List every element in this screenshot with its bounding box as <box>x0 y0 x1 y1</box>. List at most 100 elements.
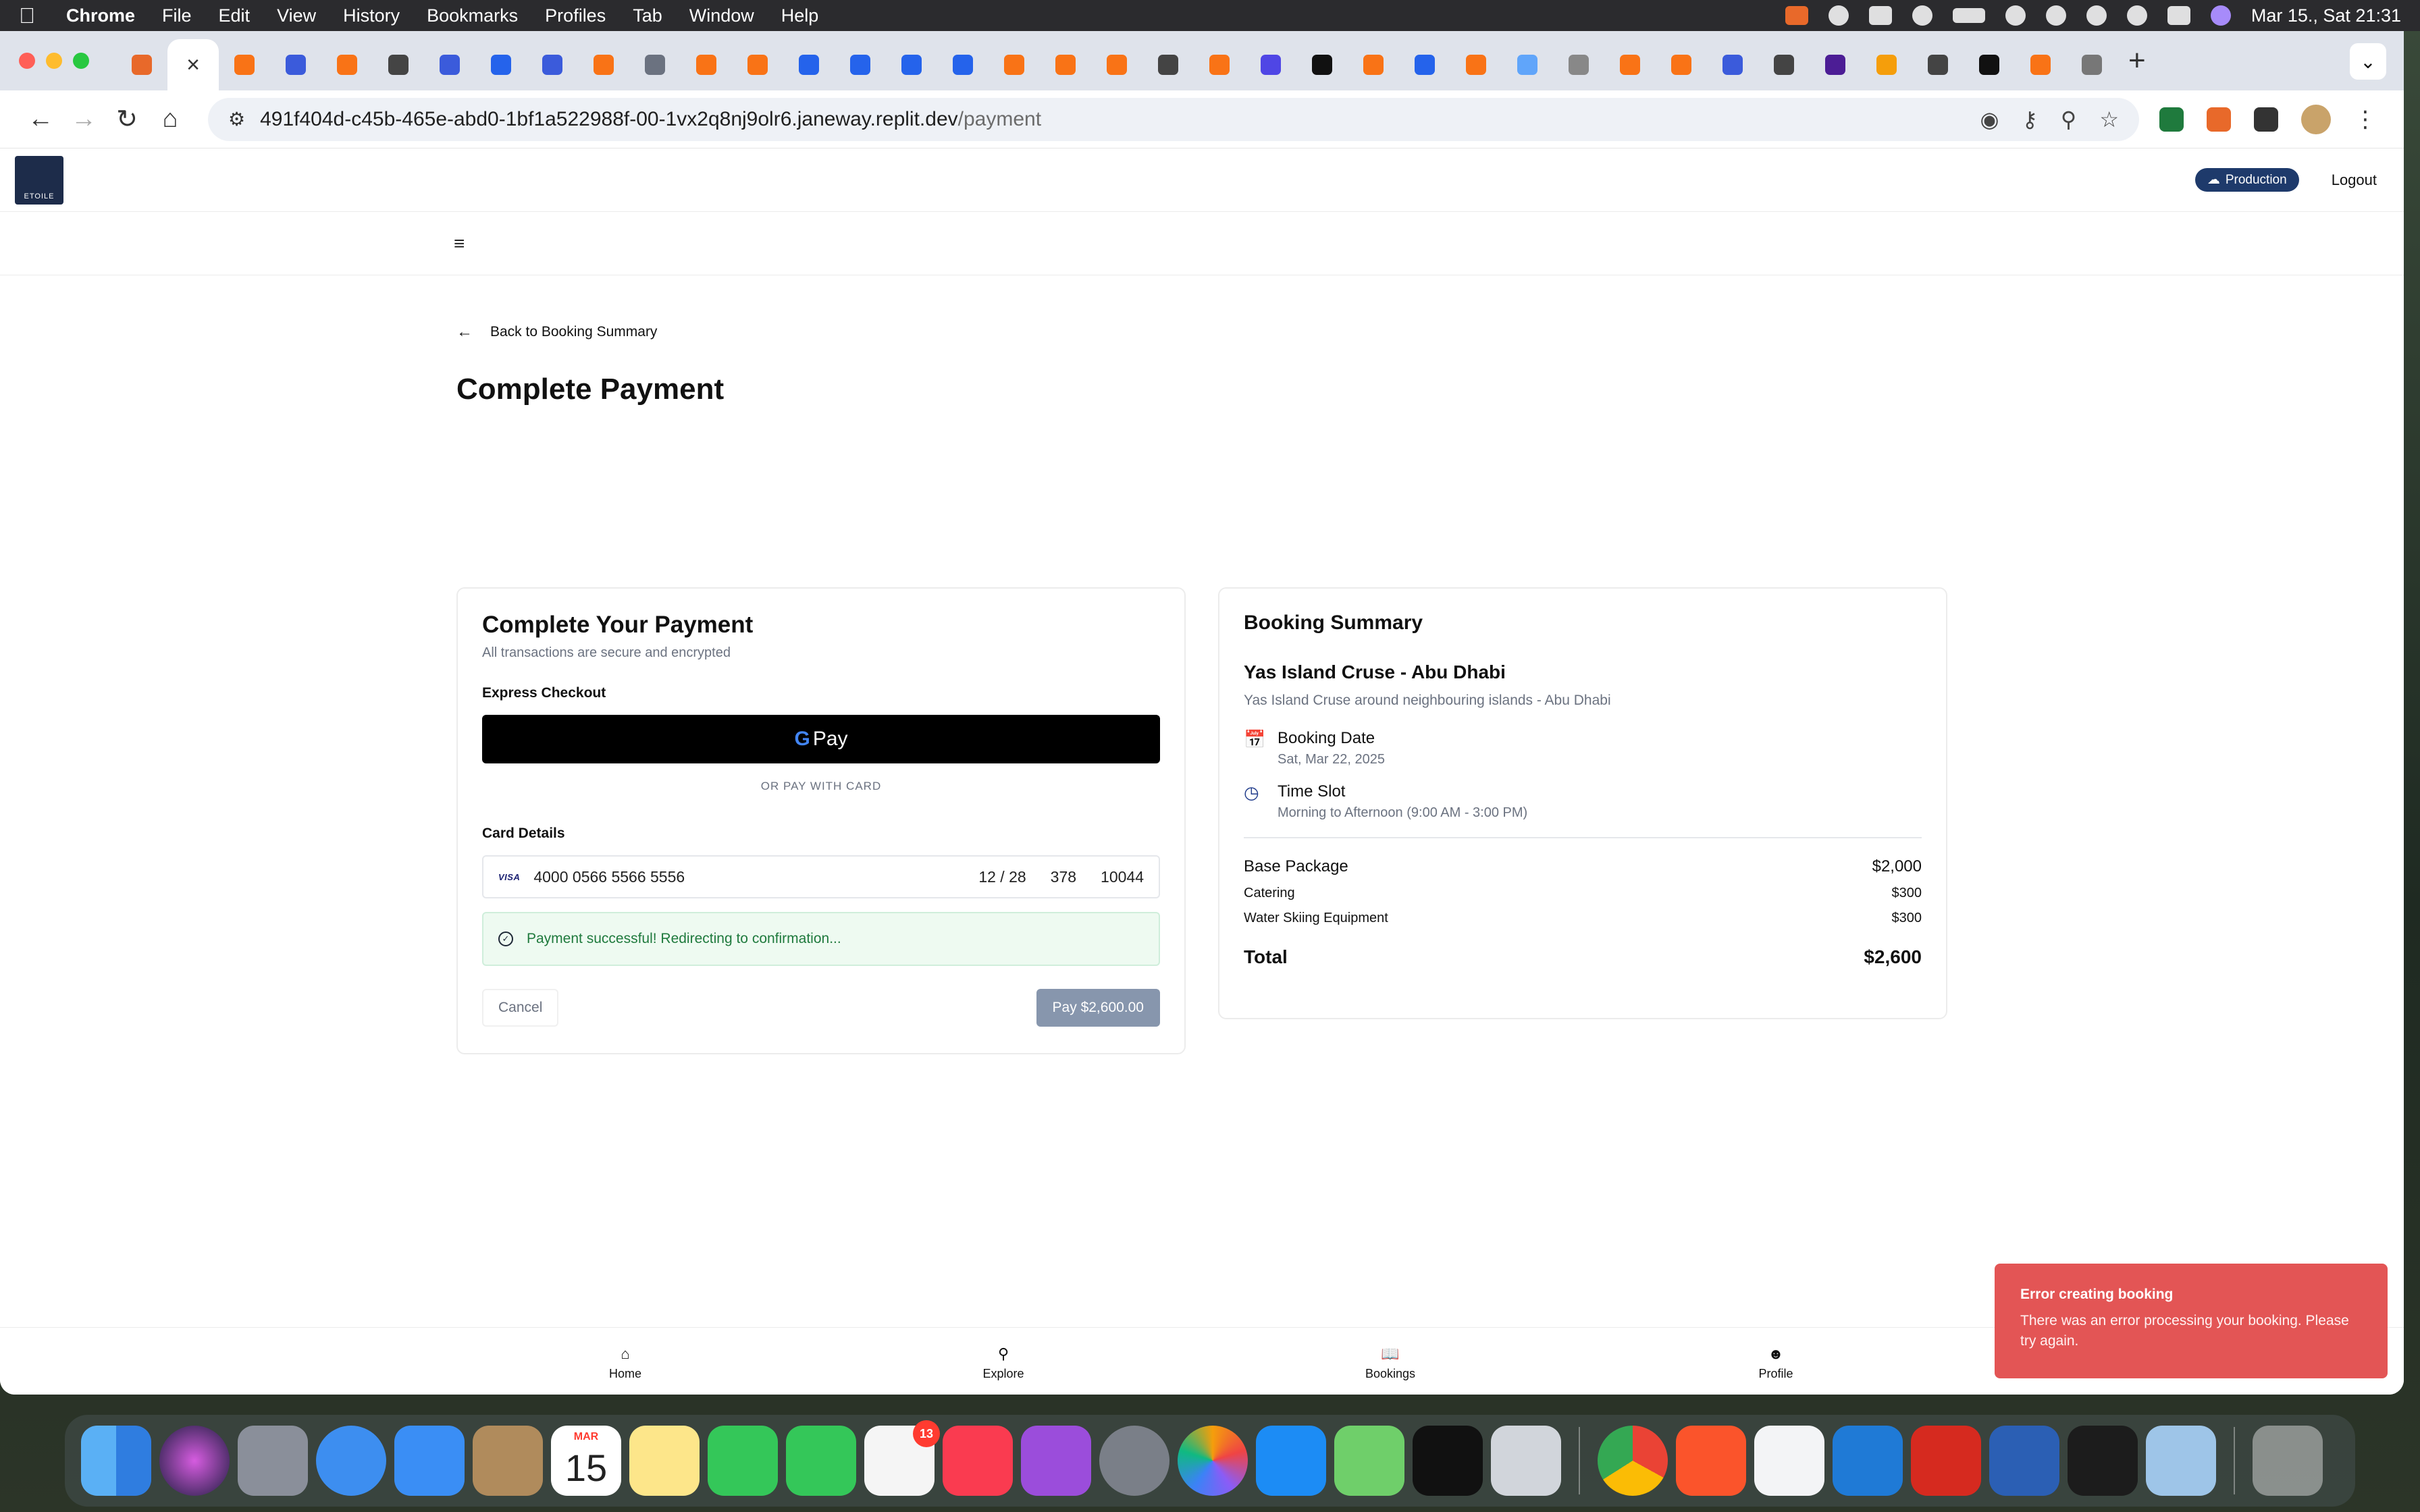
browser-tab[interactable] <box>2015 39 2066 90</box>
menu-profiles[interactable]: Profiles <box>545 5 606 26</box>
hamburger-menu-icon[interactable]: ≡ <box>454 233 465 254</box>
launchpad-icon[interactable] <box>238 1426 308 1496</box>
address-bar[interactable]: ⚙ 491f404d-c45b-465e-abd0-1bf1a522988f-0… <box>208 97 2139 141</box>
menu-edit[interactable]: Edit <box>219 5 251 26</box>
reminders-icon[interactable]: 13 <box>864 1420 940 1496</box>
extension-green-icon[interactable] <box>2159 107 2184 132</box>
app-store-icon[interactable] <box>1256 1426 1326 1496</box>
browser-tab[interactable] <box>527 39 578 90</box>
status-m-icon[interactable] <box>1868 6 1892 25</box>
user-status-icon[interactable] <box>2045 5 2066 26</box>
trash-icon[interactable] <box>2253 1426 2323 1496</box>
card-zip-field[interactable]: 10044 <box>1101 868 1144 886</box>
browser-tab[interactable] <box>1604 39 1656 90</box>
browser-tab[interactable] <box>1502 39 1553 90</box>
browser-tab[interactable] <box>1810 39 1861 90</box>
maps-icon[interactable] <box>1334 1426 1404 1496</box>
browser-tab[interactable] <box>1296 39 1348 90</box>
browser-tab[interactable] <box>1348 39 1399 90</box>
close-window-button[interactable] <box>19 53 35 69</box>
browser-tab[interactable] <box>1964 39 2015 90</box>
browser-tab[interactable] <box>578 39 629 90</box>
reload-icon[interactable]: ↻ <box>105 104 149 134</box>
nav-explore[interactable]: ⚲ Explore <box>963 1345 1044 1381</box>
podcasts-icon[interactable] <box>1021 1426 1091 1496</box>
menu-view[interactable]: View <box>277 5 316 26</box>
new-tab-button[interactable]: + <box>2128 44 2146 78</box>
messages-icon[interactable] <box>786 1426 856 1496</box>
browser-tab[interactable] <box>1450 39 1502 90</box>
status-cloud-icon[interactable] <box>1828 5 1849 26</box>
key-icon[interactable]: ⚷ <box>2022 107 2037 132</box>
browser-tab[interactable] <box>937 39 989 90</box>
mail-icon[interactable] <box>394 1426 465 1496</box>
wifi-icon[interactable] <box>2005 5 2026 26</box>
apple-tv-icon[interactable] <box>1413 1426 1483 1496</box>
browser-tab[interactable] <box>1040 39 1091 90</box>
system-settings-icon[interactable] <box>1099 1426 1169 1496</box>
safari-icon[interactable] <box>316 1426 386 1496</box>
browser-tab[interactable] <box>1912 39 1964 90</box>
menu-help[interactable]: Help <box>781 5 819 26</box>
browser-tab[interactable] <box>886 39 937 90</box>
forward-arrow-icon[interactable]: → <box>62 105 105 134</box>
back-arrow-icon[interactable]: ← <box>19 105 62 134</box>
music-icon[interactable] <box>943 1426 1013 1496</box>
menu-tab[interactable]: Tab <box>633 5 662 26</box>
browser-tab[interactable] <box>2066 39 2118 90</box>
menu-app-chrome[interactable]: Chrome <box>66 5 135 26</box>
photos-icon[interactable] <box>1178 1426 1248 1496</box>
extensions-puzzle-icon[interactable] <box>2254 107 2278 132</box>
siri-icon[interactable] <box>159 1426 230 1496</box>
menu-bookmarks[interactable]: Bookmarks <box>427 5 518 26</box>
browser-tab[interactable] <box>475 39 527 90</box>
menu-history[interactable]: History <box>343 5 400 26</box>
spotlight-icon[interactable] <box>2126 5 2147 26</box>
browser-tab[interactable] <box>1707 39 1758 90</box>
status-play-icon[interactable] <box>1912 5 1932 26</box>
card-number-field[interactable]: 4000 0566 5566 5556 <box>533 868 685 886</box>
calendar-app-icon[interactable]: MAR 15 <box>551 1426 621 1496</box>
error-toast[interactable]: Error creating booking There was an erro… <box>1995 1264 2388 1378</box>
facetime-icon[interactable] <box>708 1426 778 1496</box>
nav-profile[interactable]: ☻ Profile <box>1735 1345 1816 1381</box>
browser-tab[interactable] <box>270 39 321 90</box>
browser-tab[interactable] <box>1194 39 1245 90</box>
zoom-icon[interactable]: ⚲ <box>2061 107 2076 132</box>
metamask-fox-icon[interactable] <box>2207 107 2231 132</box>
terminal-icon[interactable] <box>2068 1426 2138 1496</box>
contacts-icon[interactable] <box>473 1426 543 1496</box>
home-icon[interactable]: ⌂ <box>149 105 192 134</box>
control-center-icon[interactable] <box>2167 6 2190 25</box>
browser-tab[interactable] <box>1861 39 1912 90</box>
browser-tab[interactable] <box>732 39 783 90</box>
iphone-mirroring-icon[interactable] <box>1491 1426 1561 1496</box>
browser-tab[interactable] <box>373 39 424 90</box>
browser-tab[interactable] <box>424 39 475 90</box>
browser-tab[interactable] <box>1656 39 1707 90</box>
back-to-summary-link[interactable]: ← Back to Booking Summary <box>456 323 1947 342</box>
brave-icon[interactable] <box>1676 1426 1746 1496</box>
menu-file[interactable]: File <box>162 5 192 26</box>
browser-tab[interactable] <box>321 39 373 90</box>
google-pay-button[interactable]: G Pay <box>482 715 1160 763</box>
chrome-menu-icon[interactable]: ⋮ <box>2354 106 2377 133</box>
pay-button[interactable]: Pay $2,600.00 <box>1036 989 1160 1027</box>
acrobat-icon[interactable] <box>1911 1426 1981 1496</box>
browser-tab[interactable]: × <box>167 39 219 90</box>
profile-avatar[interactable] <box>2301 104 2331 134</box>
siri-icon[interactable] <box>2210 5 2231 26</box>
browser-tab[interactable] <box>1142 39 1194 90</box>
card-cvc-field[interactable]: 378 <box>1051 868 1076 886</box>
minimize-window-button[interactable] <box>46 53 62 69</box>
browser-tab[interactable] <box>629 39 681 90</box>
preview-icon[interactable] <box>2146 1426 2216 1496</box>
textedit-icon[interactable] <box>1754 1426 1824 1496</box>
browser-tab[interactable] <box>681 39 732 90</box>
close-tab-icon[interactable]: × <box>186 52 200 78</box>
zoom-window-button[interactable] <box>73 53 89 69</box>
nav-home[interactable]: ⌂ Home <box>585 1345 666 1381</box>
finder-icon[interactable] <box>81 1426 151 1496</box>
menu-bar-clock[interactable]: Mar 15., Sat 21:31 <box>2251 5 2401 26</box>
tab-search-chevron-icon[interactable]: ⌄ <box>2350 43 2386 80</box>
